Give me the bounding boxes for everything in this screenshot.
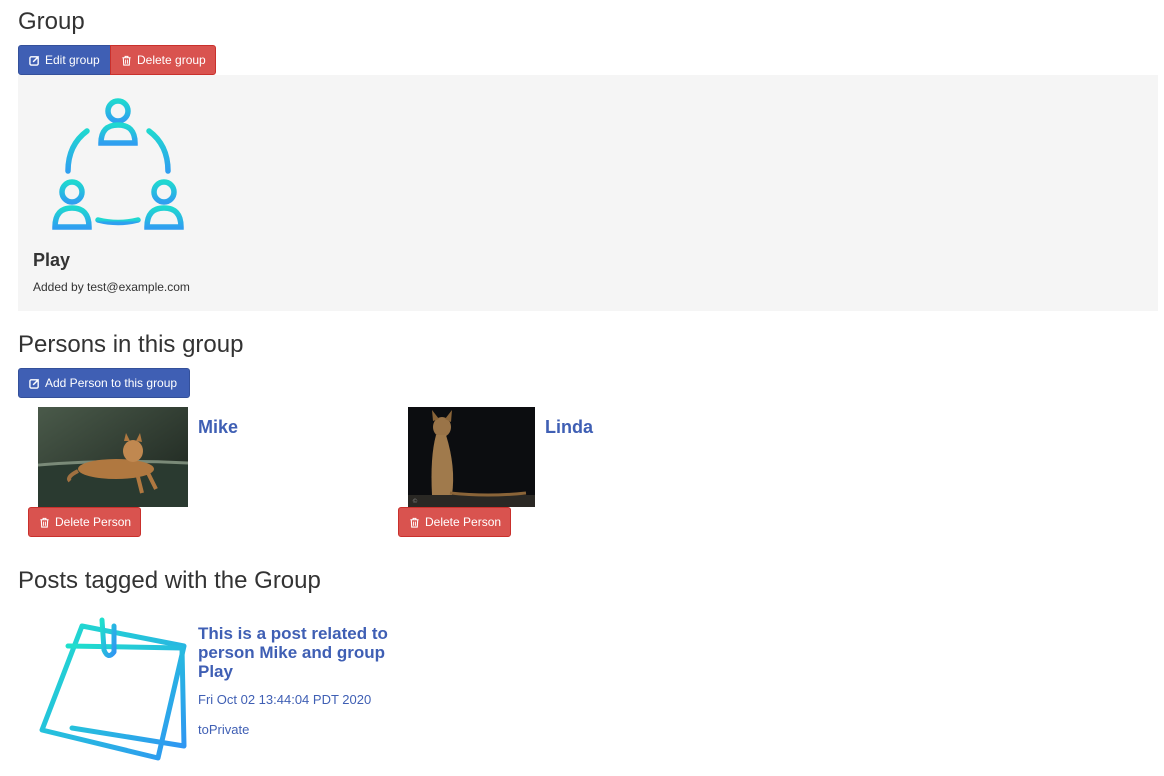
page-title: Group: [18, 8, 85, 35]
person-name-mike[interactable]: Mike: [198, 417, 238, 438]
trash-icon: [410, 517, 419, 528]
trash-icon: [40, 517, 49, 528]
edit-group-label: Edit group: [45, 53, 100, 67]
person-photo-mike[interactable]: [38, 407, 188, 507]
edit-icon: [29, 55, 40, 66]
add-person-button[interactable]: Add Person to this group: [18, 368, 190, 398]
delete-person-label: Delete Person: [425, 515, 502, 529]
trash-icon: [122, 55, 131, 66]
group-name: Play: [33, 250, 71, 270]
post-title[interactable]: This is a post related to person Mike an…: [198, 624, 388, 681]
edit-group-button[interactable]: Edit group: [18, 45, 111, 75]
delete-person-label: Delete Person: [55, 515, 132, 529]
post-date: Fri Oct 02 13:44:04 PDT 2020: [198, 692, 372, 707]
delete-person-button[interactable]: Delete Person: [398, 507, 511, 537]
delete-person-button[interactable]: Delete Person: [28, 507, 141, 537]
person-photo-linda[interactable]: ©: [408, 407, 535, 507]
delete-group-label: Delete group: [137, 53, 206, 67]
add-person-label: Add Person to this group: [45, 376, 178, 390]
edit-icon: [29, 378, 40, 389]
svg-text:©: ©: [412, 498, 418, 505]
persons-heading: Persons in this group: [18, 331, 244, 358]
post-visibility: toPrivate: [198, 722, 250, 737]
added-by-text: Added by test@example.com: [33, 280, 190, 294]
posts-heading: Posts tagged with the Group: [18, 567, 321, 594]
sticky-note-icon[interactable]: [38, 612, 190, 764]
person-name-linda[interactable]: Linda: [545, 417, 593, 438]
delete-group-button[interactable]: Delete group: [110, 45, 216, 75]
people-circle-icon: [52, 98, 184, 230]
